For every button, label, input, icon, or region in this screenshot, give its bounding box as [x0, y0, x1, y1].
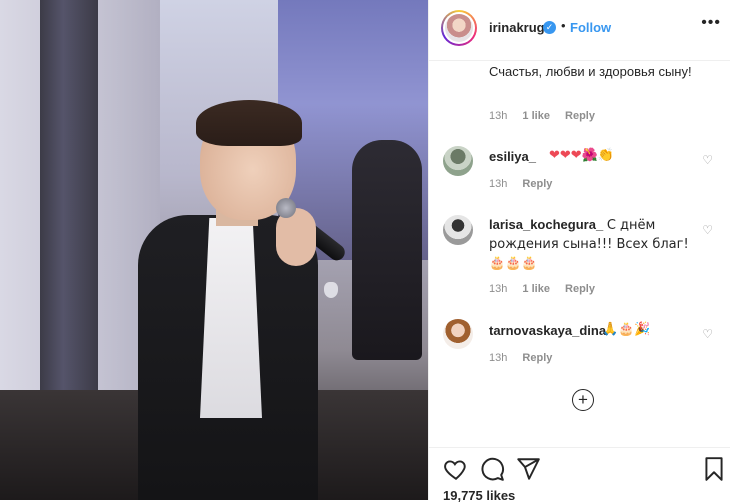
comment-reply-button[interactable]: Reply — [522, 352, 552, 364]
more-options-icon[interactable]: ••• — [701, 14, 721, 32]
comment-like-heart-icon[interactable]: ♡ — [702, 153, 713, 167]
comment-avatar[interactable] — [443, 215, 473, 245]
like-heart-icon[interactable] — [443, 456, 469, 482]
comment-likes[interactable]: 1 like — [522, 283, 550, 295]
comment-like-heart-icon[interactable]: ♡ — [702, 327, 713, 341]
author-avatar-image — [445, 14, 473, 42]
comment-meta: 13h Reply — [489, 352, 564, 364]
comment-username[interactable]: tarnovaskaya_dina — [489, 323, 606, 338]
caption-text: Счастья, любви и здоровья сыну! — [489, 64, 692, 79]
save-bookmark-icon[interactable] — [701, 456, 727, 482]
microphone-head — [276, 198, 296, 218]
comment-time: 13h — [489, 283, 508, 295]
comment-username[interactable]: esiliya_ — [489, 149, 536, 164]
verified-badge-icon: ✓ — [543, 21, 556, 34]
comments-list[interactable]: Счастья, любви и здоровья сыну! 13h 1 li… — [429, 61, 730, 446]
comment-avatar[interactable] — [443, 146, 473, 176]
caption-reply-button[interactable]: Reply — [565, 110, 595, 122]
caption-likes[interactable]: 1 like — [522, 110, 550, 122]
photo-singer-shirt — [200, 218, 262, 418]
post-actions-bar: 19,775 likes — [429, 447, 730, 503]
comment-reply-button[interactable]: Reply — [565, 283, 595, 295]
comment-time: 13h — [489, 178, 508, 190]
comment-text: 🙏🎂🎉 — [602, 322, 651, 337]
share-paper-plane-icon[interactable] — [515, 456, 541, 482]
follow-button[interactable]: Follow — [570, 20, 611, 35]
apple-logo-icon — [324, 282, 338, 298]
caption-meta: 13h 1 like Reply — [489, 110, 607, 122]
comment-avatar[interactable] — [443, 319, 473, 349]
caption-time: 13h — [489, 110, 508, 122]
comment-body: larisa_kochegura_ С днём рождения сына!!… — [489, 216, 689, 273]
comment-bubble-icon[interactable] — [479, 456, 505, 482]
comment-meta: 13h 1 like Reply — [489, 283, 607, 295]
post-side-panel: irinakrug ✓ • Follow ••• Счастья, любви … — [428, 0, 730, 503]
likes-count[interactable]: 19,775 likes — [443, 488, 515, 503]
comment-text: ❤❤❤🌺👏 — [549, 148, 615, 163]
author-username[interactable]: irinakrug — [489, 20, 545, 35]
post-photo[interactable] — [0, 0, 428, 500]
comment-reply-button[interactable]: Reply — [522, 178, 552, 190]
author-avatar[interactable] — [441, 10, 477, 46]
comment-like-heart-icon[interactable]: ♡ — [702, 223, 713, 237]
separator-dot: • — [561, 18, 566, 33]
photo-background-person — [352, 140, 422, 360]
comment-username[interactable]: larisa_kochegura_ — [489, 217, 603, 232]
comment-time: 13h — [489, 352, 508, 364]
load-more-comments-icon[interactable]: + — [572, 389, 594, 411]
photo-pillar — [40, 0, 98, 420]
comment-meta: 13h Reply — [489, 178, 564, 190]
post-header: irinakrug ✓ • Follow ••• — [429, 0, 730, 61]
photo-singer-hair — [196, 100, 302, 146]
